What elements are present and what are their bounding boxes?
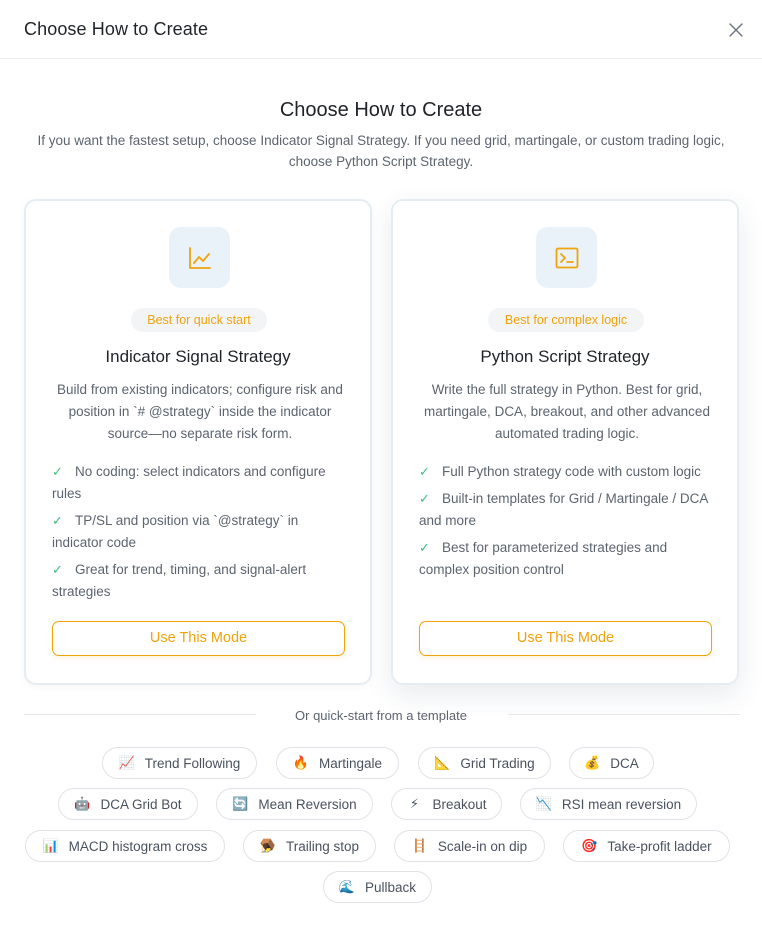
fire-icon: 🔥: [292, 755, 310, 770]
dialog-header: Choose How to Create: [0, 0, 762, 59]
template-chip-dca-grid-bot[interactable]: 🤖 DCA Grid Bot: [58, 788, 198, 820]
card-badge: Best for complex logic: [488, 308, 644, 332]
feature-item: ✓ Great for trend, timing, and signal-ale…: [52, 559, 352, 603]
card-description: Write the full strategy in Python. Best …: [424, 382, 710, 441]
check-icon: ✓: [52, 464, 63, 479]
card-description: Build from existing indicators; configur…: [57, 382, 343, 441]
line-chart-icon: [188, 246, 211, 269]
template-chip-trend-following[interactable]: 📈 Trend Following: [102, 747, 257, 779]
feature-item: ✓ No coding: select indicators and config…: [52, 461, 352, 505]
chart-down-icon: 📉: [535, 796, 552, 811]
check-icon: ✓: [419, 540, 430, 555]
trend-icon: 📈: [118, 755, 135, 770]
page-description: If you want the fastest setup, choose In…: [37, 133, 725, 169]
feature-item: ✓ Full Python strategy code with custom l…: [419, 461, 719, 483]
close-button[interactable]: [724, 18, 748, 42]
template-chip-take-profit-ladder[interactable]: 🎯 Take-profit ladder: [563, 830, 730, 862]
check-icon: ✓: [419, 464, 430, 479]
template-chip-macd-histogram-cross[interactable]: 📊 MACD histogram cross: [25, 830, 225, 862]
feature-list: ✓ Full Python strategy code with custom l…: [419, 461, 719, 586]
terminal-icon: [555, 247, 578, 268]
card-icon-container: [169, 227, 230, 288]
wave-icon: 🌊: [338, 879, 356, 894]
use-this-mode-button[interactable]: Use This Mode: [52, 621, 345, 656]
feature-list: ✓ No coding: select indicators and config…: [52, 461, 352, 608]
template-chip-martingale[interactable]: 🔥 Martingale: [276, 747, 399, 779]
trap-icon: 🪤: [259, 838, 277, 853]
bar-chart-icon: 📊: [42, 838, 59, 853]
card-title: Indicator Signal Strategy: [105, 347, 291, 366]
feature-item: ✓ Best for parameterized strategies and c…: [419, 537, 719, 581]
template-chip-breakout[interactable]: ⚡ Breakout: [391, 788, 502, 820]
page-title: Choose How to Create: [279, 99, 483, 121]
triangle-ruler-icon: 📐: [434, 755, 451, 770]
template-chip-grid-trading[interactable]: 📐 Grid Trading: [418, 747, 551, 779]
money-bag-icon: 💰: [584, 755, 601, 770]
template-chip-pullback[interactable]: 🌊 Pullback: [323, 871, 432, 903]
template-divider-label: Or quick-start from a template: [295, 708, 467, 723]
template-chip-scale-in-on-dip[interactable]: 🪜 Scale-in on dip: [394, 830, 545, 862]
check-icon: ✓: [52, 513, 63, 528]
close-icon[interactable]: [724, 18, 748, 42]
feature-item: ✓ Built-in templates for Grid / Martingal…: [419, 488, 719, 532]
python-strategy-card[interactable]: Best for complex logic Python Script Str…: [391, 199, 739, 685]
refresh-icon: 🔄: [232, 796, 249, 811]
template-chip-rsi-mean-reversion[interactable]: 📉 RSI mean reversion: [520, 788, 697, 820]
card-badge: Best for quick start: [131, 308, 267, 332]
feature-item: ✓ TP/SL and position via `@strategy` in i…: [52, 510, 352, 554]
use-this-mode-button[interactable]: Use This Mode: [419, 621, 712, 656]
ladder-icon: 🪜: [411, 838, 428, 853]
dialog-title: Choose How to Create: [24, 19, 209, 39]
card-icon-container: [536, 227, 597, 288]
robot-icon: 🤖: [74, 796, 91, 811]
check-icon: ✓: [419, 491, 430, 506]
template-chip-mean-reversion[interactable]: 🔄 Mean Reversion: [216, 788, 373, 820]
template-chip-trailing-stop[interactable]: 🪤 Trailing stop: [243, 830, 376, 862]
target-icon: 🎯: [581, 838, 598, 853]
lightning-icon: ⚡: [409, 796, 420, 811]
template-chip-dca[interactable]: 💰 DCA: [569, 747, 654, 779]
check-icon: ✓: [52, 562, 63, 577]
indicator-strategy-card[interactable]: Best for quick start Indicator Signal St…: [24, 199, 372, 685]
card-title: Python Script Strategy: [480, 347, 650, 366]
